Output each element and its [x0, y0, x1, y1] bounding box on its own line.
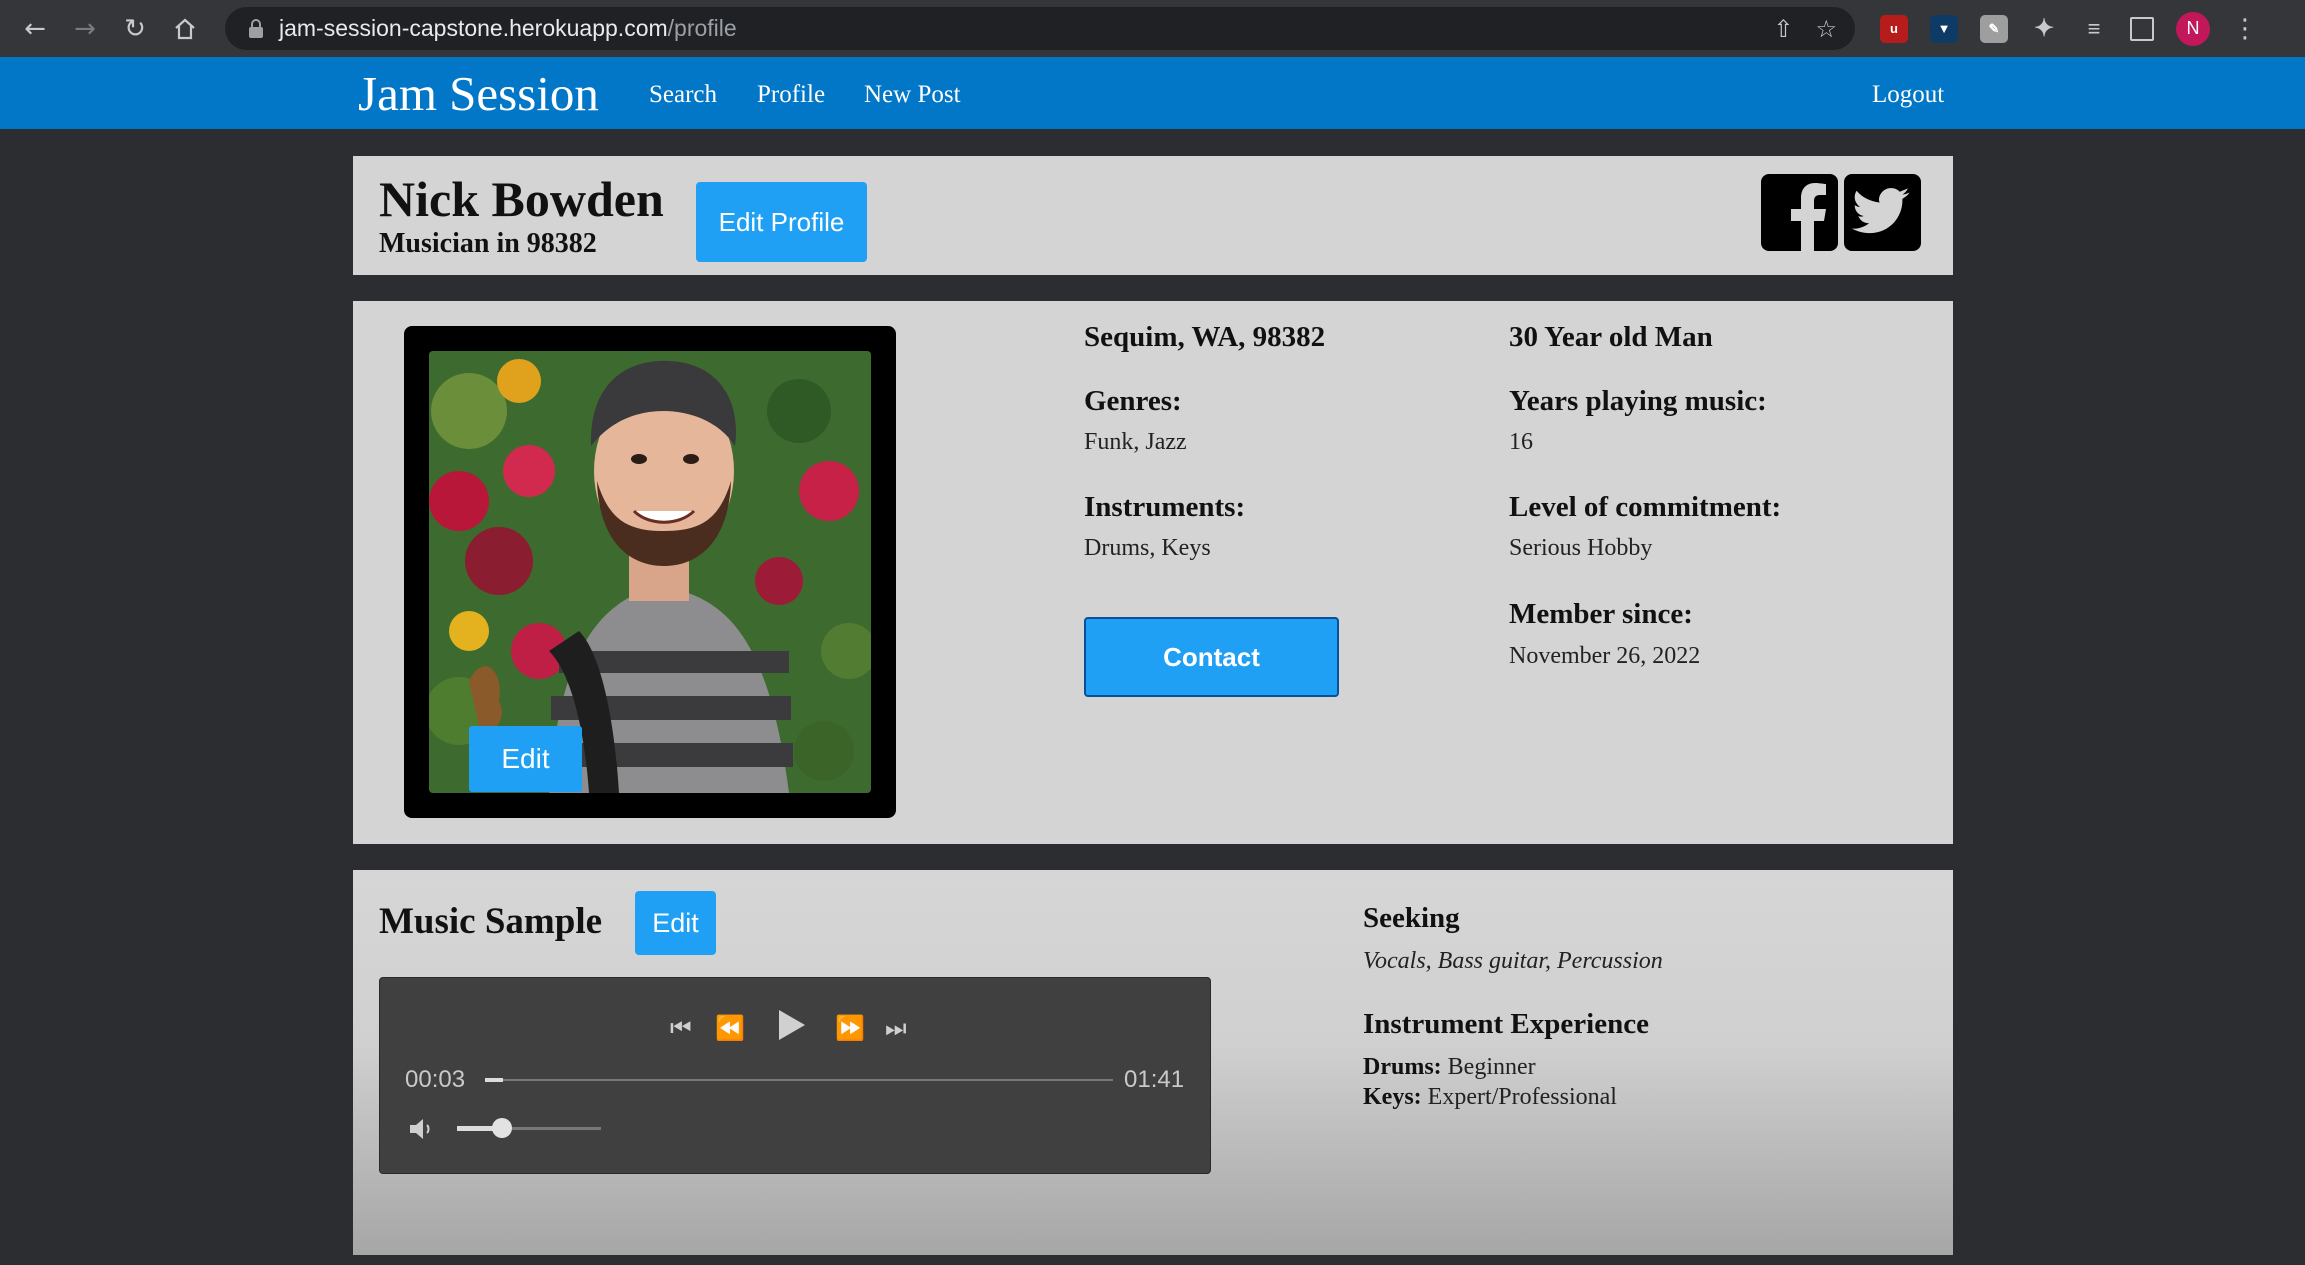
facebook-icon[interactable]	[1761, 174, 1838, 251]
back-icon[interactable]: ←	[10, 0, 60, 57]
audio-player: ⏮ ⏪ ⏩ ⏭ 00:03 01:41	[379, 977, 1211, 1174]
site-navbar: Jam Session Search Profile New Post Logo…	[0, 57, 2305, 129]
location: Sequim, WA, 98382	[1084, 321, 1326, 353]
ublock-extension-icon[interactable]: u	[1880, 14, 1908, 43]
forward-icon[interactable]: →	[60, 0, 110, 57]
instruments-label: Instruments:	[1084, 491, 1246, 523]
brand-logo[interactable]: Jam Session	[358, 65, 599, 122]
extension-icon[interactable]: ▼	[1930, 14, 1958, 43]
years-value: 16	[1509, 429, 1533, 455]
reload-icon[interactable]: ↻	[110, 0, 160, 57]
browser-toolbar: ← → ↻ jam-session-capstone.herokuapp.com…	[0, 0, 2305, 57]
contact-button[interactable]: Contact	[1084, 617, 1339, 697]
music-sample-title: Music Sample	[379, 901, 603, 942]
skip-start-icon[interactable]: ⏮	[670, 1014, 692, 1042]
edit-photo-button[interactable]: Edit	[469, 726, 582, 792]
profile-details: Edit Sequim, WA, 98382 Genres: Funk, Jaz…	[353, 301, 1953, 844]
experience-row: Keys: Expert/Professional	[1363, 1084, 1617, 1111]
commitment-label: Level of commitment:	[1509, 491, 1782, 523]
edit-music-button[interactable]: Edit	[635, 891, 716, 955]
genres-label: Genres:	[1084, 385, 1182, 417]
instrument-experience-title: Instrument Experience	[1363, 1008, 1649, 1040]
profile-name: Nick Bowden	[379, 171, 664, 227]
home-icon[interactable]	[160, 0, 210, 57]
experience-instrument: Drums:	[1363, 1054, 1442, 1080]
side-panel-icon[interactable]	[2130, 16, 2154, 41]
commitment-value: Serious Hobby	[1509, 535, 1653, 561]
address-bar[interactable]: jam-session-capstone.herokuapp.com/profi…	[225, 7, 1855, 50]
nav-link-profile[interactable]: Profile	[757, 81, 825, 109]
music-section: Music Sample Edit ⏮ ⏪ ⏩ ⏭ 00:03 01:41 Se…	[353, 870, 1953, 1255]
genres-value: Funk, Jazz	[1084, 429, 1187, 455]
rewind-icon[interactable]: ⏪	[715, 1014, 745, 1042]
experience-row: Drums: Beginner	[1363, 1054, 1536, 1081]
experience-instrument: Keys:	[1363, 1084, 1422, 1110]
nav-link-search[interactable]: Search	[649, 81, 717, 109]
puzzle-icon[interactable]: ✦	[2030, 15, 2058, 43]
reading-list-icon[interactable]: ≡	[2080, 15, 2108, 43]
extension-icon[interactable]: ✎	[1980, 14, 2008, 43]
seeking-title: Seeking	[1363, 902, 1460, 934]
twitter-icon[interactable]	[1844, 174, 1921, 251]
experience-level: Expert/Professional	[1427, 1084, 1617, 1110]
seek-bar[interactable]	[485, 1079, 1113, 1081]
volume-slider-handle[interactable]	[492, 1118, 512, 1138]
current-time: 00:03	[405, 1066, 466, 1093]
experience-level: Beginner	[1447, 1054, 1536, 1080]
member-since-value: November 26, 2022	[1509, 643, 1701, 669]
seeking-value: Vocals, Bass guitar, Percussion	[1363, 948, 1663, 974]
member-label: Member since:	[1509, 598, 1693, 630]
lock-icon[interactable]	[245, 18, 267, 39]
share-icon[interactable]: ⇧	[1773, 15, 1793, 43]
menu-icon[interactable]: ⋮	[2232, 14, 2258, 44]
play-icon[interactable]	[777, 1008, 807, 1046]
profile-photo-frame: Edit	[404, 326, 896, 818]
skip-end-icon[interactable]: ⏭	[885, 1014, 907, 1042]
duration: 01:41	[1124, 1066, 1185, 1093]
volume-icon[interactable]	[408, 1116, 436, 1147]
logout-link[interactable]: Logout	[1872, 81, 1944, 109]
profile-header: Nick Bowden Musician in 98382 Edit Profi…	[353, 156, 1953, 275]
fast-forward-icon[interactable]: ⏩	[835, 1014, 865, 1042]
nav-link-new-post[interactable]: New Post	[864, 81, 961, 109]
avatar[interactable]: N	[2176, 11, 2210, 46]
seek-bar-progress	[485, 1078, 503, 1082]
star-icon[interactable]: ☆	[1815, 15, 1837, 43]
profile-subtitle: Musician in 98382	[379, 228, 597, 259]
years-label: Years playing music:	[1509, 385, 1767, 417]
url-text[interactable]: jam-session-capstone.herokuapp.com/profi…	[279, 15, 737, 42]
instruments-value: Drums, Keys	[1084, 535, 1211, 561]
edit-profile-button[interactable]: Edit Profile	[696, 182, 867, 262]
age-gender: 30 Year old Man	[1509, 321, 1713, 353]
